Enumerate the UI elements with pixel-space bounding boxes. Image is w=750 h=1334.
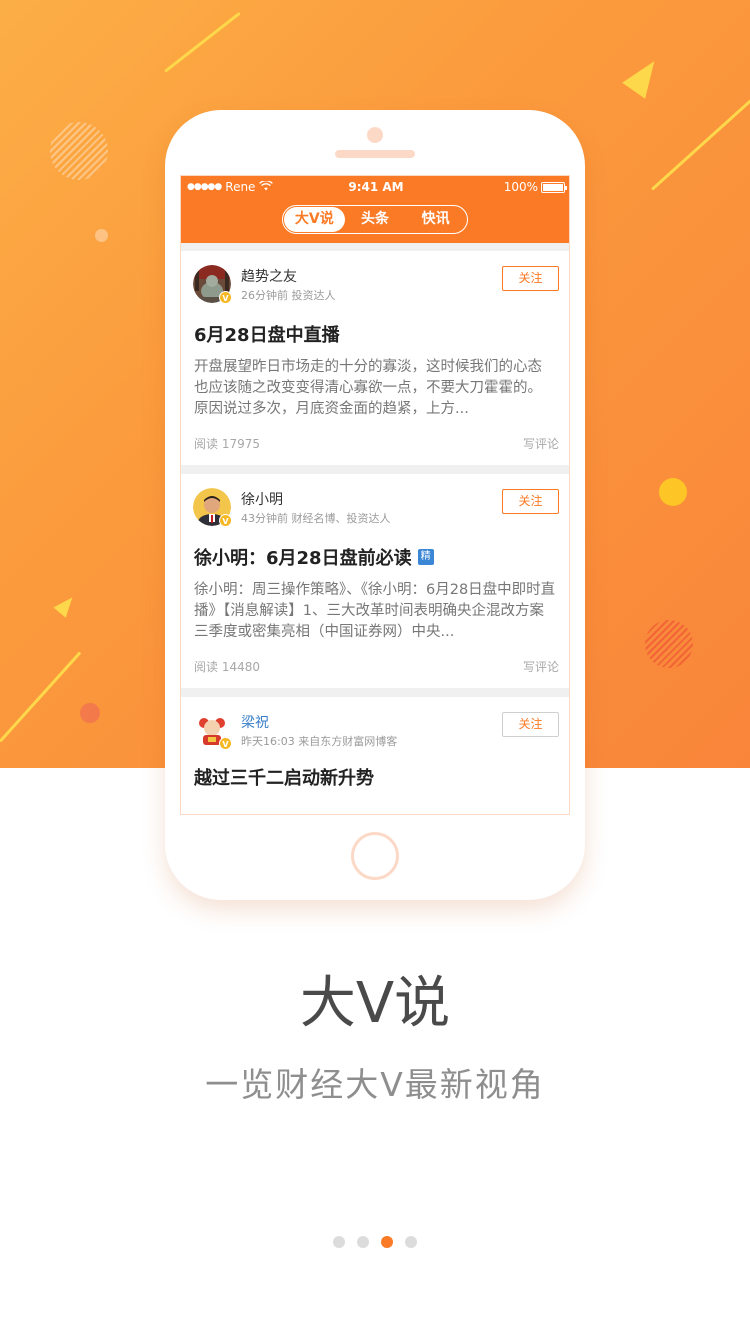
phone-speaker <box>335 150 415 158</box>
post-meta: 昨天16:03 来自东方财富网博客 <box>241 735 398 748</box>
comment-button[interactable]: 写评论 <box>523 658 559 675</box>
status-bar: ●●●●● Rene 9:41 AM 100% <box>181 176 569 198</box>
post-title[interactable]: 越过三千二启动新升势 <box>194 764 374 790</box>
read-count: 阅读 14480 <box>194 660 260 674</box>
verified-icon: V <box>219 514 232 527</box>
post-title[interactable]: 6月28日盘中直播 <box>194 321 340 347</box>
decorative-triangle <box>53 592 79 618</box>
decorative-dot <box>80 703 100 723</box>
avatar[interactable]: V <box>193 265 232 304</box>
tab-dav[interactable]: 大V说 <box>284 207 345 232</box>
verified-icon: V <box>219 291 232 304</box>
tab-news-flash[interactable]: 快讯 <box>405 207 466 232</box>
read-count: 阅读 17975 <box>194 437 260 451</box>
post-footer: 阅读 17975 写评论 <box>194 435 559 452</box>
phone-camera <box>367 127 383 143</box>
decorative-line <box>0 651 82 743</box>
page-dot[interactable] <box>357 1236 369 1248</box>
battery-icon <box>541 181 567 193</box>
decorative-circle <box>50 122 108 180</box>
follow-button[interactable]: 关注 <box>502 489 559 514</box>
decorative-circle <box>645 620 693 668</box>
avatar[interactable]: V <box>193 488 232 527</box>
comment-button[interactable]: 写评论 <box>523 435 559 452</box>
page-indicator <box>0 1236 750 1248</box>
post-card[interactable]: V 徐小明 43分钟前 财经名博、投资达人 关注 徐小明：6月28日盘前必读 精… <box>181 474 569 688</box>
follow-button[interactable]: 关注 <box>502 266 559 291</box>
home-button <box>351 832 399 880</box>
page-title: 大V说 <box>299 971 451 1036</box>
post-card[interactable]: V 梁祝 昨天16:03 来自东方财富网博客 关注 越过三千二启动新升势 <box>181 697 569 814</box>
follow-button[interactable]: 关注 <box>502 712 559 737</box>
battery-percent: 100% <box>503 180 538 194</box>
author-name[interactable]: 梁祝 <box>241 712 269 732</box>
segmented-tabs: 大V说 头条 快讯 <box>282 205 468 234</box>
page-subtitle: 一览财经大V最新视角 <box>205 1065 545 1104</box>
featured-badge: 精 <box>417 549 434 565</box>
decorative-triangle <box>622 53 666 99</box>
decorative-line <box>650 94 750 191</box>
decorative-line <box>164 11 241 73</box>
page-dot-active[interactable] <box>381 1236 393 1248</box>
page-dot[interactable] <box>333 1236 345 1248</box>
avatar[interactable]: V <box>193 711 232 750</box>
post-feed: V 趋势之友 26分钟前 投资达人 关注 6月28日盘中直播 开盘展望昨日市场走… <box>181 251 569 814</box>
decorative-dot <box>95 229 108 242</box>
post-title-text: 徐小明：6月28日盘前必读 <box>194 548 412 569</box>
post-footer: 阅读 14480 写评论 <box>194 658 559 675</box>
post-card[interactable]: V 趋势之友 26分钟前 投资达人 关注 6月28日盘中直播 开盘展望昨日市场走… <box>181 251 569 465</box>
post-excerpt[interactable]: 开盘展望昨日市场走的十分的寡淡，这时候我们的心态也应该随之改变变得清心寡欲一点，… <box>194 357 556 420</box>
page-dot[interactable] <box>405 1236 417 1248</box>
tab-headlines[interactable]: 头条 <box>345 207 406 232</box>
author-name[interactable]: 趋势之友 <box>241 266 297 286</box>
post-excerpt[interactable]: 徐小明：周三操作策略》、《徐小明：6月28日盘中即时直播》【消息解读】1、三大改… <box>194 580 556 643</box>
decorative-dot <box>659 478 687 506</box>
phone-screen: ●●●●● Rene 9:41 AM 100% 大V说 头条 快讯 V 趋势之友… <box>180 175 570 815</box>
post-title-text: 越过三千二启动新升势 <box>194 768 374 789</box>
post-title-text: 6月28日盘中直播 <box>194 325 340 346</box>
author-name[interactable]: 徐小明 <box>241 489 283 509</box>
phone-mockup: ●●●●● Rene 9:41 AM 100% 大V说 头条 快讯 V 趋势之友… <box>165 110 585 900</box>
post-meta: 26分钟前 投资达人 <box>241 289 336 302</box>
verified-icon: V <box>219 737 232 750</box>
post-meta: 43分钟前 财经名博、投资达人 <box>241 512 391 525</box>
app-header: ●●●●● Rene 9:41 AM 100% 大V说 头条 快讯 <box>181 176 569 243</box>
post-title[interactable]: 徐小明：6月28日盘前必读 精 <box>194 544 434 570</box>
